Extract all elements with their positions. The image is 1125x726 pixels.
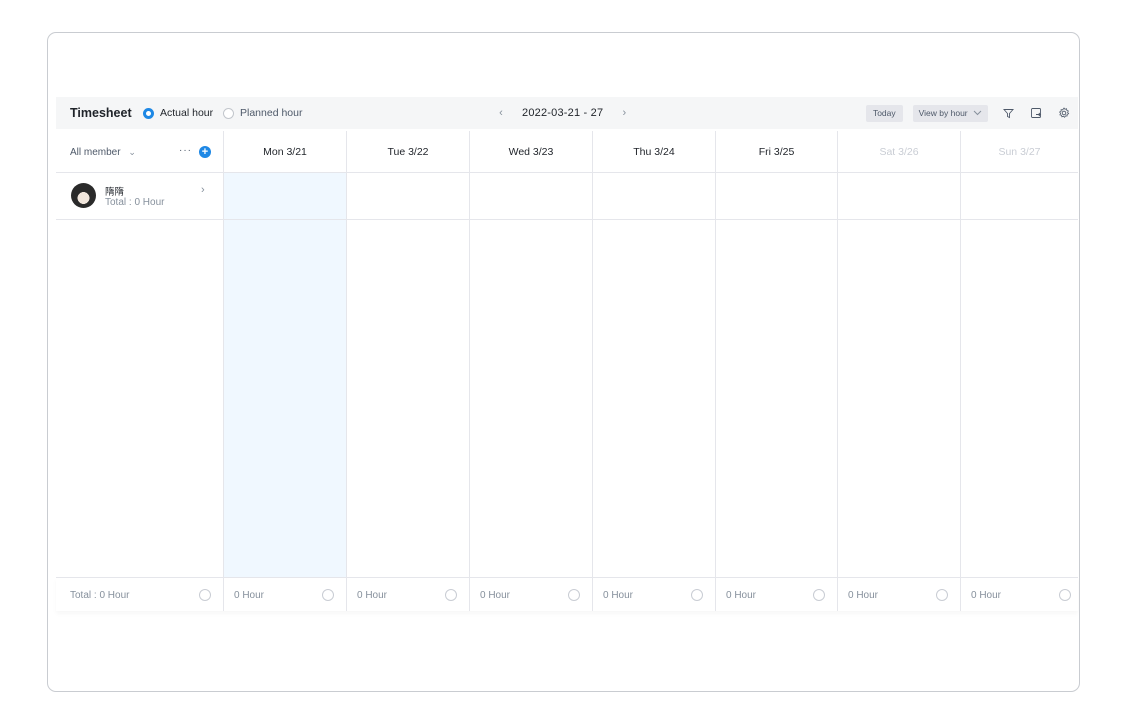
- timesheet-panel: Timesheet Actual hour Planned hour ‹ 202…: [47, 32, 1080, 692]
- day-header-thu: Thu 3/24: [592, 131, 715, 173]
- settings-icon[interactable]: [1056, 105, 1072, 121]
- column-divider: [715, 173, 716, 611]
- day-header-fri: Fri 3/25: [715, 131, 837, 173]
- radio-actual-hour[interactable]: Actual hour: [143, 107, 213, 119]
- today-column-highlight: [223, 173, 346, 577]
- column-divider: [592, 173, 593, 611]
- next-week-button[interactable]: ›: [617, 107, 631, 119]
- footer-day-total: 0 Hour: [726, 589, 757, 601]
- radio-unselected-icon: [223, 107, 234, 119]
- footer-day-total: 0 Hour: [357, 589, 388, 601]
- column-divider: [346, 173, 347, 611]
- circle-icon[interactable]: [199, 589, 211, 601]
- column-divider: [837, 173, 838, 611]
- filter-icon[interactable]: [1000, 105, 1016, 121]
- circle-icon[interactable]: [445, 589, 457, 601]
- footer-day-total: 0 Hour: [848, 589, 879, 601]
- footer-day-total: 0 Hour: [603, 589, 634, 601]
- member-row[interactable]: 隋隋 Total : 0 Hour ›: [56, 173, 1078, 220]
- member-filter-label: All member: [70, 146, 121, 158]
- member-name: 隋隋: [105, 187, 125, 198]
- chevron-right-icon[interactable]: ›: [201, 184, 205, 196]
- header-row: All member ⌄ ··· + Mon 3/21 Tue 3/22 Wed…: [56, 131, 1078, 173]
- prev-week-button[interactable]: ‹: [494, 107, 508, 119]
- date-navigator: ‹ 2022-03-21 - 27 ›: [494, 107, 631, 119]
- column-divider: [960, 173, 961, 611]
- date-range: 2022-03-21 - 27: [522, 107, 604, 119]
- toolbar: Timesheet Actual hour Planned hour ‹ 202…: [56, 97, 1078, 129]
- export-icon[interactable]: [1028, 105, 1044, 121]
- radio-planned-label: Planned hour: [240, 107, 303, 119]
- chevron-down-icon: ⌄: [128, 146, 136, 157]
- radio-actual-label: Actual hour: [160, 107, 214, 119]
- footer-day-total: 0 Hour: [971, 589, 1002, 601]
- chevron-down-icon: [973, 110, 982, 116]
- footer-day-total: 0 Hour: [480, 589, 511, 601]
- circle-icon[interactable]: [813, 589, 825, 601]
- circle-icon[interactable]: [691, 589, 703, 601]
- member-column-header: All member ⌄ ··· +: [56, 131, 223, 173]
- add-member-button[interactable]: +: [199, 146, 211, 158]
- today-button[interactable]: Today: [865, 104, 903, 122]
- avatar[interactable]: [71, 183, 96, 208]
- radio-selected-icon: [143, 107, 154, 119]
- member-total: Total : 0 Hour: [105, 197, 165, 208]
- radio-planned-hour[interactable]: Planned hour: [223, 107, 302, 119]
- column-divider: [223, 173, 224, 611]
- day-header-tue: Tue 3/22: [346, 131, 469, 173]
- day-header-sun: Sun 3/27: [960, 131, 1078, 173]
- circle-icon[interactable]: [1059, 589, 1071, 601]
- page-title: Timesheet: [70, 106, 132, 120]
- circle-icon[interactable]: [568, 589, 580, 601]
- view-by-dropdown[interactable]: View by hour: [912, 104, 988, 122]
- footer-total: Total : 0 Hour: [70, 589, 130, 601]
- day-header-wed: Wed 3/23: [469, 131, 592, 173]
- view-by-label: View by hour: [918, 107, 968, 118]
- day-header-mon: Mon 3/21: [223, 131, 346, 173]
- toolbar-actions: Today View by hour: [865, 104, 1072, 122]
- footer-day-total: 0 Hour: [234, 589, 265, 601]
- member-filter-dropdown[interactable]: All member ⌄: [70, 147, 136, 158]
- totals-row: Total : 0 Hour 0 Hour 0 Hour 0 Hour 0 Ho…: [56, 577, 1078, 611]
- more-icon[interactable]: ···: [179, 145, 192, 156]
- day-header-sat: Sat 3/26: [837, 131, 960, 173]
- circle-icon[interactable]: [936, 589, 948, 601]
- circle-icon[interactable]: [322, 589, 334, 601]
- column-divider: [469, 173, 470, 611]
